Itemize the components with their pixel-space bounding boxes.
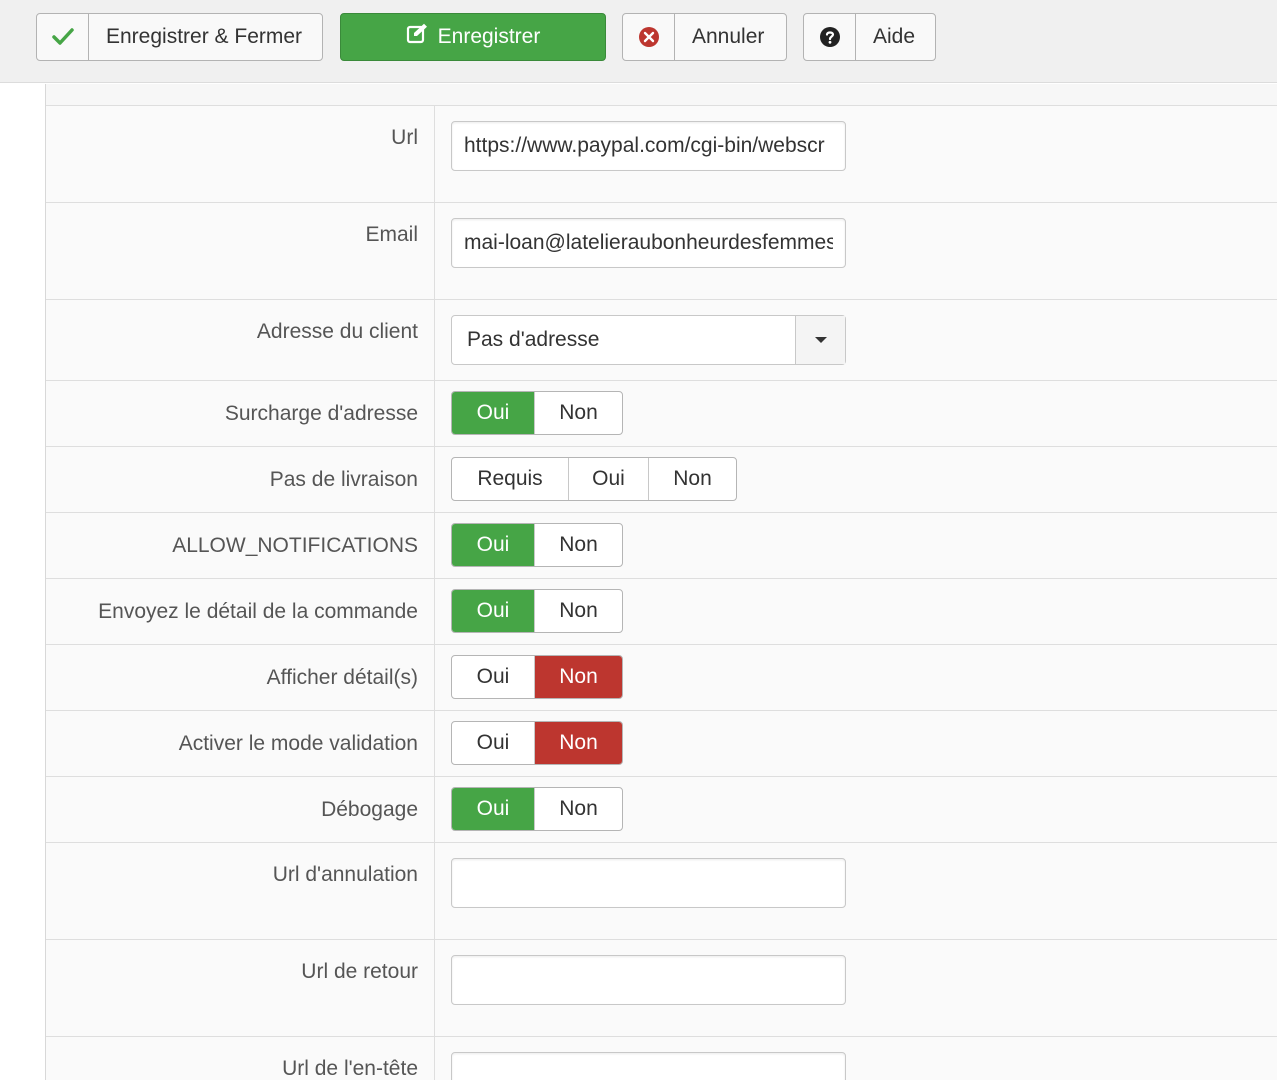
- edit-icon: [406, 23, 428, 51]
- client-address-label: Adresse du client: [46, 300, 435, 380]
- email-input[interactable]: [451, 218, 846, 268]
- client-address-select[interactable]: Pas d'adresse: [451, 315, 846, 365]
- save-label: Enregistrer: [437, 25, 541, 48]
- save-button[interactable]: Enregistrer: [340, 13, 606, 61]
- validation-mode-oui[interactable]: Oui: [452, 722, 534, 764]
- client-address-value: Pas d'adresse: [467, 328, 600, 351]
- no-shipping-non[interactable]: Non: [648, 458, 736, 500]
- close-circle-icon: [623, 14, 675, 60]
- url-label: Url: [46, 106, 435, 202]
- cancel-button[interactable]: Annuler: [622, 13, 787, 61]
- dropdown-toggle[interactable]: [795, 316, 845, 364]
- return-url-label: Url de retour: [46, 940, 435, 1036]
- debug-label: Débogage: [46, 777, 435, 842]
- cancel-url-label: Url d'annulation: [46, 843, 435, 939]
- validation-mode-label: Activer le mode validation: [46, 711, 435, 776]
- validation-mode-toggle: Oui Non: [451, 721, 623, 765]
- show-details-label: Afficher détail(s): [46, 645, 435, 710]
- no-shipping-requis[interactable]: Requis: [452, 458, 568, 500]
- form-top-divider: [46, 84, 1277, 106]
- url-input[interactable]: [451, 121, 846, 171]
- help-label: Aide: [873, 25, 916, 48]
- no-shipping-toggle: Requis Oui Non: [451, 457, 737, 501]
- url-row: Url: [46, 106, 1277, 203]
- header-url-input[interactable]: [451, 1052, 846, 1080]
- cancel-url-row: Url d'annulation: [46, 843, 1277, 940]
- help-button[interactable]: Aide: [803, 13, 936, 61]
- address-override-toggle: Oui Non: [451, 391, 623, 435]
- toolbar: Enregistrer & Fermer Enregistrer Annuler…: [0, 0, 1277, 83]
- cancel-label: Annuler: [692, 25, 765, 48]
- show-details-oui[interactable]: Oui: [452, 656, 534, 698]
- allow-notifications-row: ALLOW_NOTIFICATIONS Oui Non: [46, 513, 1277, 579]
- address-override-label: Surcharge d'adresse: [46, 381, 435, 446]
- settings-form: Url Email Adresse du client Pas d'adress…: [45, 84, 1277, 1080]
- save-and-close-button[interactable]: Enregistrer & Fermer: [36, 13, 323, 61]
- show-details-row: Afficher détail(s) Oui Non: [46, 645, 1277, 711]
- save-and-close-label: Enregistrer & Fermer: [106, 25, 303, 48]
- cancel-url-input[interactable]: [451, 858, 846, 908]
- no-shipping-oui[interactable]: Oui: [568, 458, 648, 500]
- allow-notifications-oui[interactable]: Oui: [452, 524, 534, 566]
- address-override-oui[interactable]: Oui: [452, 392, 534, 434]
- validation-mode-non[interactable]: Non: [534, 722, 622, 764]
- return-url-input[interactable]: [451, 955, 846, 1005]
- send-order-details-label: Envoyez le détail de la commande: [46, 579, 435, 644]
- debug-oui[interactable]: Oui: [452, 788, 534, 830]
- question-circle-icon: [804, 14, 856, 60]
- header-url-row: Url de l'en-tête: [46, 1037, 1277, 1080]
- no-shipping-row: Pas de livraison Requis Oui Non: [46, 447, 1277, 513]
- no-shipping-label: Pas de livraison: [46, 447, 435, 512]
- debug-toggle: Oui Non: [451, 787, 623, 831]
- return-url-row: Url de retour: [46, 940, 1277, 1037]
- debug-row: Débogage Oui Non: [46, 777, 1277, 843]
- send-order-details-oui[interactable]: Oui: [452, 590, 534, 632]
- address-override-row: Surcharge d'adresse Oui Non: [46, 381, 1277, 447]
- address-override-non[interactable]: Non: [534, 392, 622, 434]
- show-details-non[interactable]: Non: [534, 656, 622, 698]
- send-order-details-toggle: Oui Non: [451, 589, 623, 633]
- client-address-row: Adresse du client Pas d'adresse: [46, 300, 1277, 381]
- validation-mode-row: Activer le mode validation Oui Non: [46, 711, 1277, 777]
- allow-notifications-toggle: Oui Non: [451, 523, 623, 567]
- email-row: Email: [46, 203, 1277, 300]
- allow-notifications-label: ALLOW_NOTIFICATIONS: [46, 513, 435, 578]
- email-label: Email: [46, 203, 435, 299]
- show-details-toggle: Oui Non: [451, 655, 623, 699]
- header-url-label: Url de l'en-tête: [46, 1037, 435, 1080]
- caret-down-icon: [814, 337, 827, 343]
- allow-notifications-non[interactable]: Non: [534, 524, 622, 566]
- check-icon: [37, 14, 89, 60]
- debug-non[interactable]: Non: [534, 788, 622, 830]
- send-order-details-non[interactable]: Non: [534, 590, 622, 632]
- send-order-details-row: Envoyez le détail de la commande Oui Non: [46, 579, 1277, 645]
